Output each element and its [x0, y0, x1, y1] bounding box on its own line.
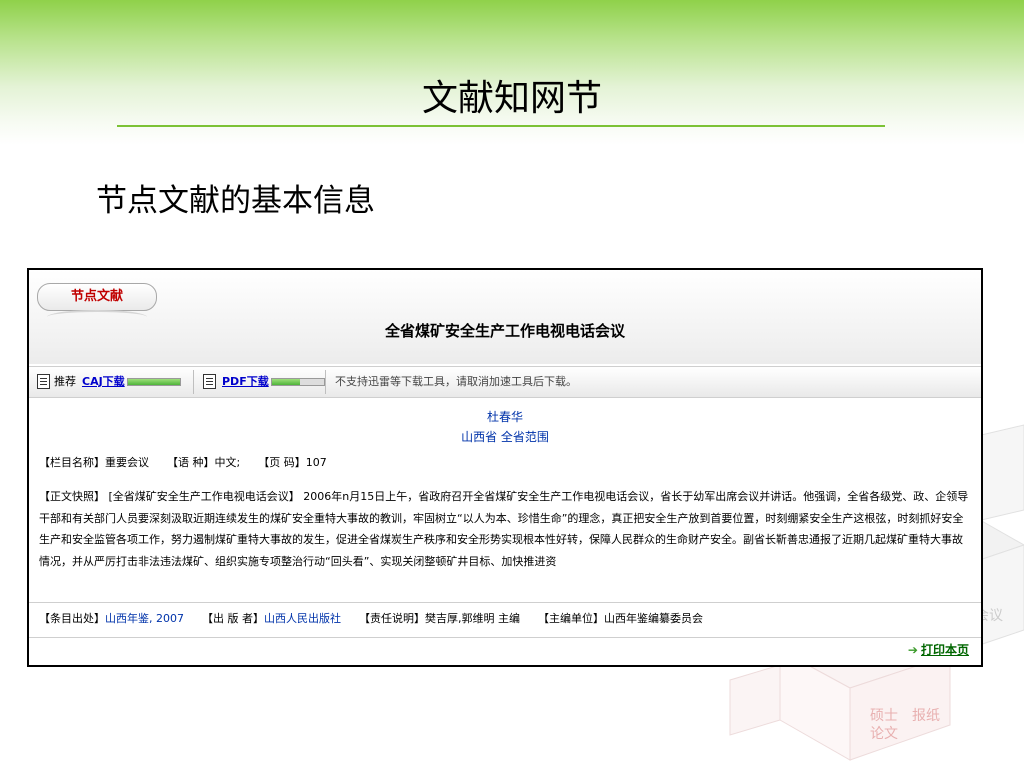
source-line: 【条目出处】山西年鉴, 2007 【出 版 者】山西人民出版社 【责任说明】樊吉厚,…: [39, 610, 703, 628]
header-gradient-band: [0, 0, 1024, 145]
cube-text-3: 报纸: [912, 708, 940, 724]
responsibility-value: 樊吉厚,郭维明 主编: [425, 612, 520, 625]
caj-progress-fill: [127, 379, 180, 385]
title-underline: [117, 125, 885, 127]
caj-download-group: 推荐 CAJ下载: [37, 367, 181, 397]
meta-line: 【栏目名称】重要会议 【语 种】中文; 【页 码】107: [39, 454, 327, 472]
cube-text-2: 论文: [870, 726, 898, 742]
affiliation-link[interactable]: 山西省 全省范围: [29, 428, 981, 446]
article-title: 全省煤矿安全生产工作电视电话会议: [384, 322, 625, 340]
toolbar-separator: [325, 370, 326, 394]
column-name-key: 【栏目名称】: [39, 456, 105, 469]
print-page-link[interactable]: ➔ 打印本页: [908, 641, 969, 659]
recommend-label[interactable]: 推荐: [54, 375, 76, 388]
recommend-doc-icon: [37, 373, 50, 389]
abstract-snapshot: 【正文快照】 [全省煤矿安全生产工作电视电话会议】 2006年n月15日上午，省…: [39, 490, 969, 568]
slide-title: 文献知网节: [421, 78, 602, 119]
footer-divider: [29, 637, 981, 638]
slide-subtitle: 节点文献的基本信息: [96, 183, 375, 219]
column-name-value: 重要会议: [105, 456, 149, 469]
cube-text-1: 硕士: [870, 708, 898, 724]
caj-progress-bar: [126, 378, 181, 386]
source-link[interactable]: 山西年鉴, 2007: [105, 612, 184, 625]
pdf-doc-icon: [203, 373, 216, 389]
source-key: 【条目出处】: [39, 612, 105, 625]
author-link[interactable]: 杜春华: [29, 408, 981, 426]
page-value: 107: [305, 456, 327, 469]
toolbar-separator: [193, 370, 194, 394]
language-key: 【语 种】: [167, 456, 215, 469]
page-key: 【页 码】: [258, 456, 306, 469]
pdf-download-link[interactable]: PDF下载: [222, 375, 269, 388]
responsibility-key: 【责任说明】: [359, 612, 425, 625]
pdf-progress-bar: [270, 378, 325, 386]
caj-download-link[interactable]: CAJ下载: [82, 375, 125, 388]
publisher-key: 【出 版 者】: [202, 612, 264, 625]
node-literature-panel: 节点文献 全省煤矿安全生产工作电视电话会议 推荐 CAJ下载 PDF下载 不支持迅…: [27, 268, 983, 667]
editor-unit-value: 山西年鉴编纂委员会: [604, 612, 703, 625]
node-literature-badge: 节点文献: [37, 283, 157, 311]
editor-unit-key: 【主编单位】: [538, 612, 604, 625]
arrow-right-icon: ➔: [907, 643, 918, 657]
pdf-download-group: PDF下载: [203, 367, 325, 397]
panel-header: 节点文献 全省煤矿安全生产工作电视电话会议: [29, 270, 981, 364]
download-toolbar: 推荐 CAJ下载 PDF下载 不支持迅雷等下载工具，请取消加速工具后下载。: [29, 366, 981, 398]
publisher-link[interactable]: 山西人民出版社: [264, 612, 341, 625]
section-divider: [29, 602, 981, 603]
language-value: 中文;: [214, 456, 241, 469]
download-notice: 不支持迅雷等下载工具，请取消加速工具后下载。: [335, 375, 577, 388]
pdf-progress-fill: [271, 379, 301, 385]
print-page-label: 打印本页: [920, 643, 969, 657]
